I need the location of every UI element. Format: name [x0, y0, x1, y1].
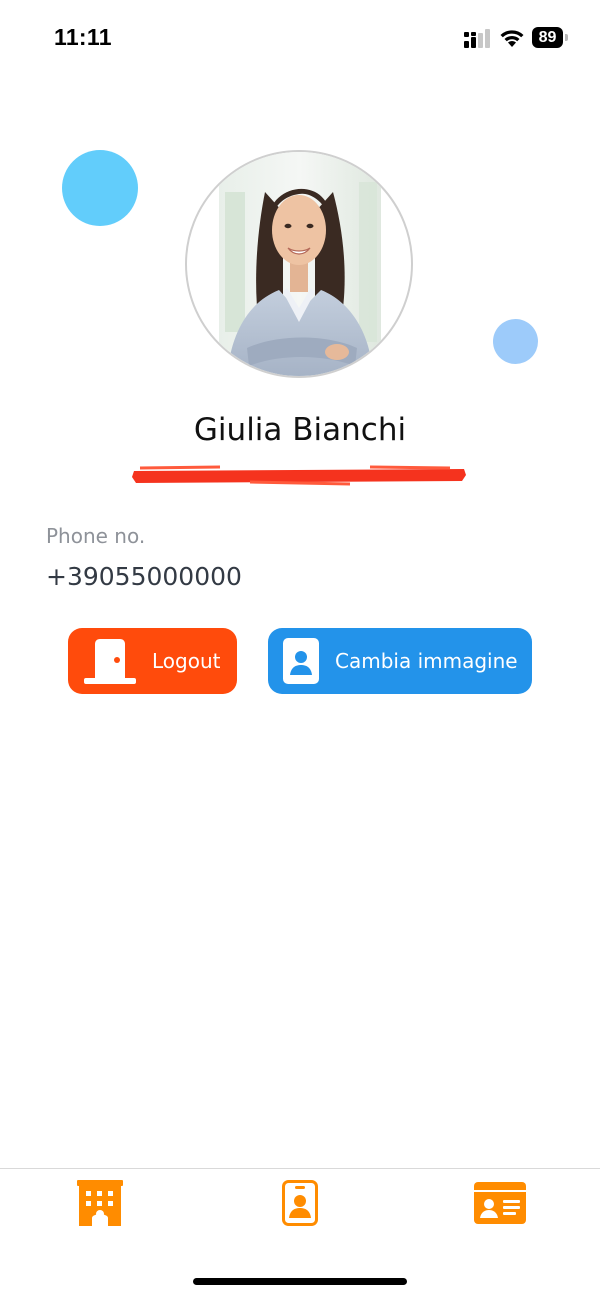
nav-item-id-card[interactable]: [470, 1175, 530, 1231]
decorative-bubble-small: [493, 319, 538, 364]
battery-icon: 89: [532, 27, 568, 48]
badge-user-icon: [282, 1180, 318, 1226]
phone-value: +39055000000: [46, 562, 242, 591]
decorative-bubble-large: [62, 150, 138, 226]
home-indicator[interactable]: [193, 1278, 407, 1285]
door-icon: [84, 639, 136, 684]
logout-label: Logout: [152, 649, 221, 673]
profile-name: Giulia Bianchi: [193, 412, 407, 448]
change-image-button[interactable]: Cambia immagine: [268, 628, 532, 694]
nav-item-profile[interactable]: [270, 1175, 330, 1231]
redaction-mark: [132, 465, 466, 486]
badge-user-icon: [283, 638, 319, 684]
status-time: 11:11: [54, 24, 112, 50]
wifi-icon: [500, 30, 524, 47]
signal-icon: [464, 29, 490, 48]
id-card-icon: [474, 1182, 526, 1224]
battery-level: 89: [532, 27, 563, 48]
status-bar: 11:11 89: [0, 0, 600, 76]
logout-button[interactable]: Logout: [68, 628, 237, 694]
avatar[interactable]: [185, 150, 413, 378]
battery-tip: [565, 34, 568, 41]
hotel-icon: [77, 1180, 123, 1226]
profile-photo: [219, 152, 381, 376]
phone-label: Phone no.: [46, 524, 146, 548]
bottom-nav: [0, 1168, 600, 1299]
nav-item-hotel[interactable]: [70, 1175, 130, 1231]
change-image-label: Cambia immagine: [335, 649, 518, 673]
